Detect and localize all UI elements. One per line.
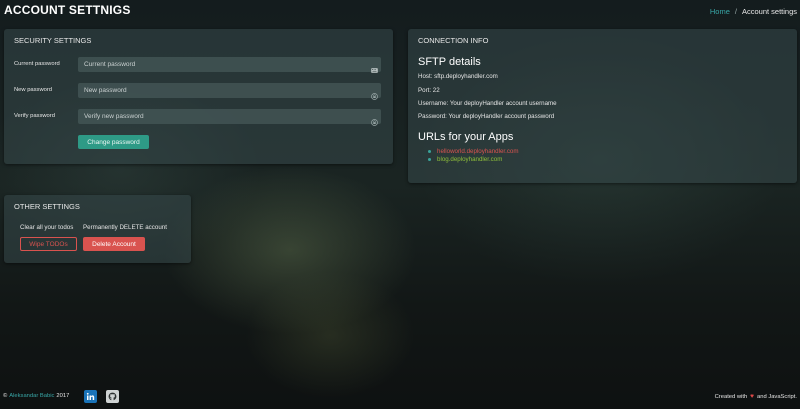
created-with-suffix: and JavaScript. [757,393,797,400]
author-link[interactable]: Aleksandar Babic [9,393,54,399]
heart-icon: ♥ [750,393,755,400]
new-password-input[interactable] [78,83,381,98]
card-title: SECURITY SETTINGS [14,36,92,45]
created-with-text: Created with [714,393,748,400]
github-icon[interactable] [106,390,119,403]
copyright-year: 2017 [56,393,70,399]
sftp-username: Username: Your deployHandler account use… [418,100,557,107]
connection-info-card: CONNECTION INFO SFTP details Host: sftp.… [408,29,797,183]
card-title: OTHER SETTINGS [14,202,80,211]
card-title: CONNECTION INFO [418,36,489,45]
verify-password-label: Verify password [14,113,55,119]
app-url-link[interactable]: blog.deployhandler.com [437,156,502,163]
sftp-port: Port: 22 [418,87,440,94]
lock-icon [371,87,378,100]
new-password-label: New password [14,87,53,93]
delete-account-button[interactable]: Delete Account [83,237,145,251]
page-header: ACCOUNT SETTNIGS Home / Account settings [0,0,800,26]
change-password-button[interactable]: Change password [78,135,149,149]
new-password-row: New password [4,83,393,100]
list-item: helloworld.deployhandler.com [428,148,519,156]
app-url-link[interactable]: helloworld.deployhandler.com [437,148,519,155]
footer-copyright: © Aleksandar Babic 2017 [3,393,69,399]
footer-credits: Created with ♥ and JavaScript. [715,393,797,400]
current-password-label: Current password [14,61,60,67]
other-settings-card: OTHER SETTINGS Clear all your todos Perm… [4,195,191,263]
urls-heading: URLs for your Apps [418,131,514,143]
sftp-heading: SFTP details [418,56,481,68]
clear-todos-label: Clear all your todos [20,224,74,231]
app-url-list: helloworld.deployhandler.com blog.deploy… [428,148,519,163]
current-password-row: Current password [4,57,393,73]
verify-password-row: Verify password [4,109,393,126]
copyright-symbol: © [3,393,8,399]
breadcrumb-current: Account settings [741,7,797,16]
security-settings-card: SECURITY SETTINGS Current password New p… [4,29,393,164]
list-item: blog.deployhandler.com [428,156,519,164]
breadcrumb-separator: / [734,7,737,16]
lock-icon [371,113,378,126]
delete-account-label: Permanently DELETE account [83,224,167,231]
keyboard-icon [371,61,378,73]
sftp-password: Password: Your deployHandler account pas… [418,113,555,120]
current-password-input[interactable] [78,57,381,72]
linkedin-icon[interactable] [84,390,97,403]
breadcrumb: Home / Account settings [710,7,797,16]
sftp-host: Host: sftp.deployhandler.com [418,73,498,80]
verify-password-input[interactable] [78,109,381,124]
breadcrumb-home-link[interactable]: Home [710,7,730,16]
page-title: ACCOUNT SETTNIGS [4,3,131,17]
wipe-todos-button[interactable]: Wipe TODOs [20,237,77,251]
